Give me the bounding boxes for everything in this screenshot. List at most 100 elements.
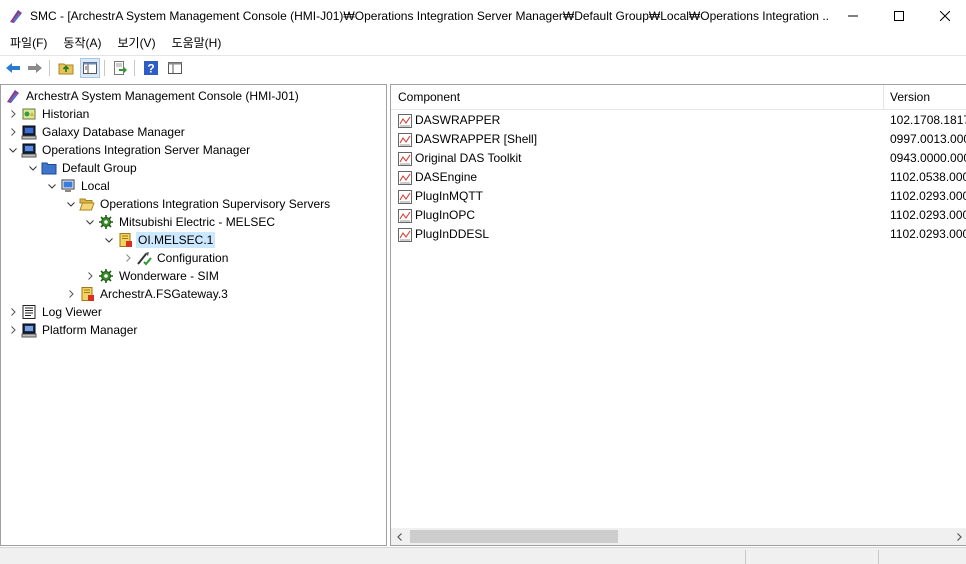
- menu-file[interactable]: 파일(F): [0, 32, 54, 54]
- close-icon: [940, 11, 950, 21]
- scroll-left-button[interactable]: [391, 528, 408, 545]
- chevron-down-icon[interactable]: [82, 213, 98, 231]
- column-divider[interactable]: [883, 85, 884, 109]
- forward-icon: [28, 63, 42, 73]
- chevron-right-icon[interactable]: [5, 303, 21, 321]
- column-header-version[interactable]: Version: [890, 90, 930, 104]
- platform-manager-icon: [21, 322, 37, 338]
- tree-item-oi-server-manager[interactable]: Operations Integration Server Manager: [5, 141, 252, 159]
- tree-item-fsgateway[interactable]: ArchestrA.FSGateway.3: [63, 285, 230, 303]
- status-bar: [0, 547, 966, 564]
- tree-item-log-viewer[interactable]: Log Viewer: [5, 303, 104, 321]
- chevron-down-icon[interactable]: [5, 141, 21, 159]
- window-title: SMC - [ArchestrA System Management Conso…: [30, 9, 830, 23]
- component-name: DASWRAPPER [Shell]: [415, 132, 538, 146]
- menu-bar: 파일(F) 동작(A) 보기(V) 도움말(H): [0, 32, 966, 54]
- configuration-icon: [136, 250, 152, 266]
- show-hide-tree-icon: [83, 62, 97, 74]
- component-icon: [398, 114, 412, 128]
- console-root-icon: [5, 88, 21, 104]
- back-icon: [6, 63, 20, 73]
- list-item-dasengine[interactable]: DASEngine 1102.0538.0000: [391, 168, 966, 187]
- open-folder-icon: [79, 196, 95, 212]
- tree-item-label: Default Group: [62, 161, 137, 175]
- tree-item-default-group[interactable]: Default Group: [25, 159, 139, 177]
- list-header: Component Version: [391, 85, 966, 110]
- chevron-right-icon[interactable]: [63, 285, 79, 303]
- menu-view[interactable]: 보기(V): [108, 32, 162, 54]
- properties-button[interactable]: [165, 58, 185, 78]
- menu-action[interactable]: 동작(A): [54, 32, 108, 54]
- scrollbar-thumb[interactable]: [410, 530, 618, 543]
- up-one-level-button[interactable]: [56, 58, 76, 78]
- tree-item-label: Historian: [42, 107, 90, 121]
- tree-item-label: Galaxy Database Manager: [42, 125, 185, 139]
- chevron-down-icon[interactable]: [63, 195, 79, 213]
- tree-item-historian[interactable]: Historian: [5, 105, 91, 123]
- chevron-down-icon[interactable]: [44, 177, 60, 195]
- component-version: 1102.0293.0000: [890, 227, 966, 241]
- tree-item-label: Configuration: [157, 251, 229, 265]
- tree-item-label: Mitsubishi Electric - MELSEC: [119, 215, 276, 229]
- horizontal-scrollbar[interactable]: [391, 528, 966, 545]
- toolbar-separator: [104, 60, 105, 76]
- list-item-daswrapper-shell[interactable]: DASWRAPPER [Shell] 0997.0013.0000: [391, 130, 966, 149]
- tree-item-platform-manager[interactable]: Platform Manager: [5, 321, 139, 339]
- component-name: PlugInOPC: [415, 208, 476, 222]
- forward-button[interactable]: [25, 58, 45, 78]
- minimize-icon: [848, 15, 858, 17]
- chevron-right-icon[interactable]: [5, 321, 21, 339]
- back-button[interactable]: [3, 58, 23, 78]
- scroll-right-button[interactable]: [950, 528, 966, 545]
- component-version: 0997.0013.0000: [890, 132, 966, 146]
- component-icon: [398, 171, 412, 185]
- tree-item-galaxy-database-manager[interactable]: Galaxy Database Manager: [5, 123, 187, 141]
- show-hide-console-tree-button[interactable]: [80, 58, 100, 78]
- export-list-button[interactable]: [110, 58, 130, 78]
- list-item-pluginddesl[interactable]: PlugInDDESL 1102.0293.0000: [391, 225, 966, 244]
- list-item-pluginopc[interactable]: PlugInOPC 1102.0293.0000: [391, 206, 966, 225]
- component-version: 102.1708.1817: [890, 113, 966, 127]
- up-folder-icon: [58, 63, 74, 75]
- list-item-daswrapper[interactable]: DASWRAPPER 102.1708.1817: [391, 111, 966, 130]
- tree-item-label: Wonderware - SIM: [119, 269, 219, 283]
- list-item-original-das-toolkit[interactable]: Original DAS Toolkit 0943.0000.0000: [391, 149, 966, 168]
- tree-item-local[interactable]: Local: [44, 177, 112, 195]
- component-name: Original DAS Toolkit: [415, 151, 522, 165]
- chevron-right-icon[interactable]: [82, 267, 98, 285]
- title-bar: SMC - [ArchestrA System Management Conso…: [0, 0, 966, 32]
- tree-item-label: OI.MELSEC.1: [136, 232, 216, 248]
- minimize-button[interactable]: [830, 0, 876, 32]
- menu-help[interactable]: 도움말(H): [163, 32, 229, 54]
- tree-item-label: Operations Integration Server Manager: [42, 143, 251, 157]
- column-header-component[interactable]: Component: [398, 90, 460, 104]
- gear-icon: [98, 268, 114, 284]
- chevron-down-icon[interactable]: [25, 159, 41, 177]
- component-icon: [398, 190, 412, 204]
- maximize-icon: [894, 11, 904, 21]
- export-list-icon: [114, 61, 127, 75]
- component-version: 1102.0293.0000: [890, 189, 966, 203]
- chevron-down-icon[interactable]: [101, 231, 117, 249]
- help-button[interactable]: ?: [141, 58, 161, 78]
- gear-icon: [98, 214, 114, 230]
- tree-item-console-root[interactable]: ArchestrA System Management Console (HMI…: [5, 87, 301, 105]
- tree-item-configuration[interactable]: Configuration: [120, 249, 230, 267]
- tree-item-wonderware-sim[interactable]: Wonderware - SIM: [82, 267, 221, 285]
- computer-icon: [60, 178, 76, 194]
- status-divider: [878, 550, 879, 564]
- component-name: PlugInDDESL: [415, 227, 490, 241]
- chevron-right-icon[interactable]: [5, 123, 21, 141]
- tree-item-oi-melsec-1[interactable]: OI.MELSEC.1: [101, 231, 216, 249]
- tree-item-mitsubishi-melsec[interactable]: Mitsubishi Electric - MELSEC: [82, 213, 277, 231]
- chevron-right-icon[interactable]: [5, 105, 21, 123]
- folder-icon: [41, 160, 57, 176]
- component-version: 1102.0293.0000: [890, 208, 966, 222]
- close-button[interactable]: [922, 0, 966, 32]
- server-object-icon: [79, 286, 95, 302]
- component-icon: [398, 228, 412, 242]
- list-item-pluginmqtt[interactable]: PlugInMQTT 1102.0293.0000: [391, 187, 966, 206]
- chevron-right-icon[interactable]: [120, 249, 136, 267]
- tree-item-supervisory-servers[interactable]: Operations Integration Supervisory Serve…: [63, 195, 332, 213]
- maximize-button[interactable]: [876, 0, 922, 32]
